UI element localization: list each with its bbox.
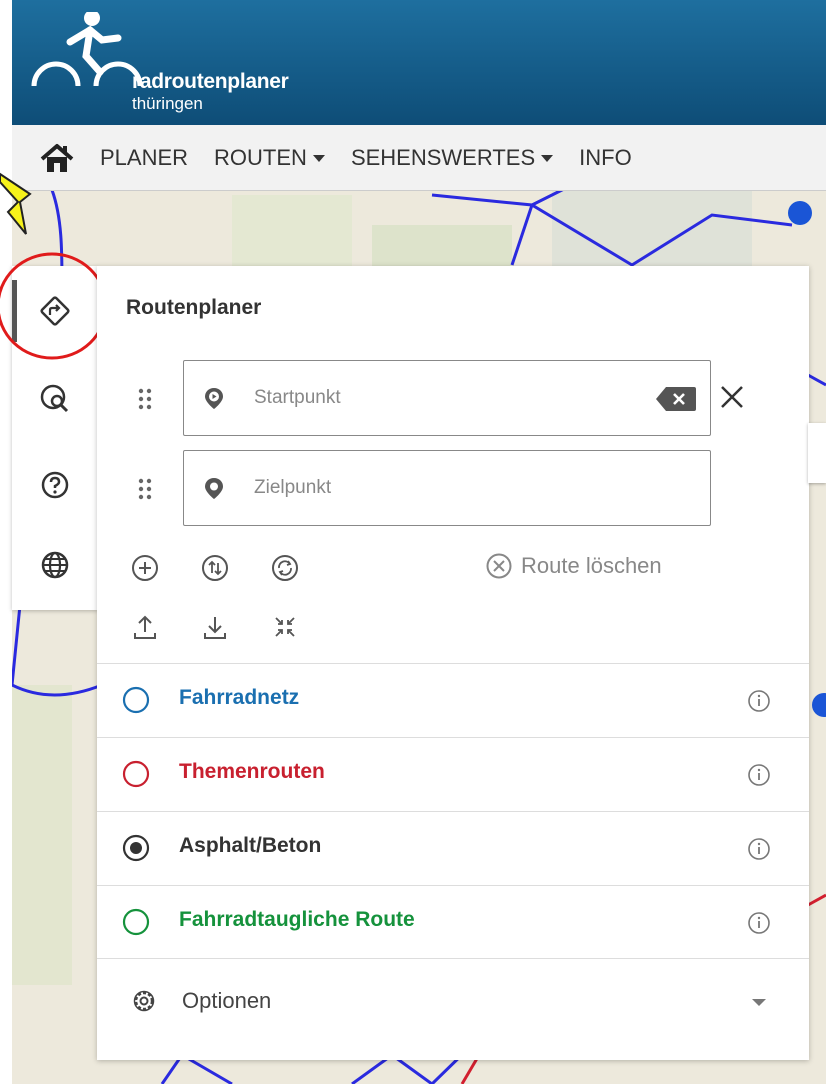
info-icon[interactable] [747, 837, 771, 861]
nav-item-info[interactable]: INFO [579, 145, 632, 171]
close-icon[interactable] [719, 384, 745, 410]
start-pin-icon [205, 388, 223, 409]
layer-fahrradnetz[interactable]: Fahrradnetz [97, 663, 809, 736]
radio-unchecked-icon[interactable] [122, 908, 150, 936]
start-input[interactable] [254, 381, 634, 415]
drag-handle-icon[interactable] [137, 478, 153, 500]
route-delete-button[interactable]: Route löschen [485, 552, 662, 580]
poi-search-icon [40, 384, 69, 413]
swap-direction-icon[interactable] [200, 553, 230, 583]
route-planner-panel: Routenplaner Startpunkt Zielpunkt Route … [97, 266, 809, 1060]
language-icon [41, 551, 69, 579]
logo-subtitle: thüringen [132, 94, 203, 113]
toolbar-route-planner[interactable] [12, 276, 98, 346]
nav-sehenswertes-label: SEHENSWERTES [350, 144, 536, 170]
radio-unchecked-icon[interactable] [122, 686, 150, 714]
layer-asphalt-beton[interactable]: Asphalt/Beton [97, 811, 809, 884]
radio-unchecked-icon[interactable] [122, 760, 150, 788]
route-planner-icon [40, 296, 70, 326]
start-field[interactable] [183, 360, 711, 436]
nav-planer-label: PLANER [100, 144, 189, 170]
layer-label: Asphalt/Beton [179, 834, 322, 857]
end-input[interactable] [254, 471, 634, 505]
route-delete-label: Route löschen [521, 553, 662, 578]
collapse-icon[interactable] [270, 612, 300, 642]
toolbar-poi-search[interactable] [12, 364, 98, 434]
download-icon[interactable] [200, 612, 230, 642]
clear-route-icon [486, 553, 512, 579]
round-trip-icon[interactable] [270, 553, 300, 583]
logo-title: radroutenplaner [132, 70, 289, 93]
chevron-down-icon [312, 155, 325, 162]
layer-label: Themenrouten [179, 760, 325, 783]
end-field[interactable] [183, 450, 711, 526]
gear-icon [133, 990, 155, 1012]
main-nav: PLANER ROUTEN SEHENSWERTES INFO [12, 125, 826, 191]
options-label: Optionen [182, 988, 272, 1013]
nav-item-sehenswertes[interactable]: SEHENSWERTES [350, 144, 554, 171]
layer-label: Fahrradtaugliche Route [179, 908, 415, 931]
clear-input-icon[interactable] [654, 385, 698, 413]
nav-item-routen[interactable]: ROUTEN [214, 145, 325, 171]
info-icon[interactable] [747, 911, 771, 935]
panel-title: Routenplaner [126, 296, 262, 319]
drag-handle-icon[interactable] [137, 388, 153, 410]
layer-fahrradtaugliche-route[interactable]: Fahrradtaugliche Route [97, 885, 809, 958]
side-toolbar [12, 266, 98, 610]
add-waypoint-icon[interactable] [130, 553, 160, 583]
info-icon[interactable] [747, 763, 771, 787]
map-panel-toggle[interactable] [808, 423, 826, 483]
annotation-arrow [0, 172, 32, 235]
upload-icon[interactable] [130, 612, 160, 642]
nav-info-label: INFO [579, 144, 632, 170]
toolbar-help[interactable] [12, 450, 98, 520]
layer-themenrouten[interactable]: Themenrouten [97, 737, 809, 810]
chevron-down-icon[interactable] [752, 999, 766, 1006]
options-section[interactable]: Optionen [97, 958, 809, 1060]
nav-routen-label: ROUTEN [214, 144, 307, 170]
home-icon[interactable] [40, 143, 74, 173]
nav-item-planer[interactable]: PLANER [100, 145, 188, 171]
end-pin-icon [205, 478, 223, 499]
help-icon [41, 471, 69, 499]
radio-checked-icon[interactable] [122, 834, 150, 862]
info-icon[interactable] [747, 689, 771, 713]
layer-label: Fahrradnetz [179, 686, 300, 709]
app-header: radroutenplaner thüringen [12, 0, 826, 125]
toolbar-language[interactable] [12, 530, 98, 600]
chevron-down-icon [541, 155, 554, 162]
